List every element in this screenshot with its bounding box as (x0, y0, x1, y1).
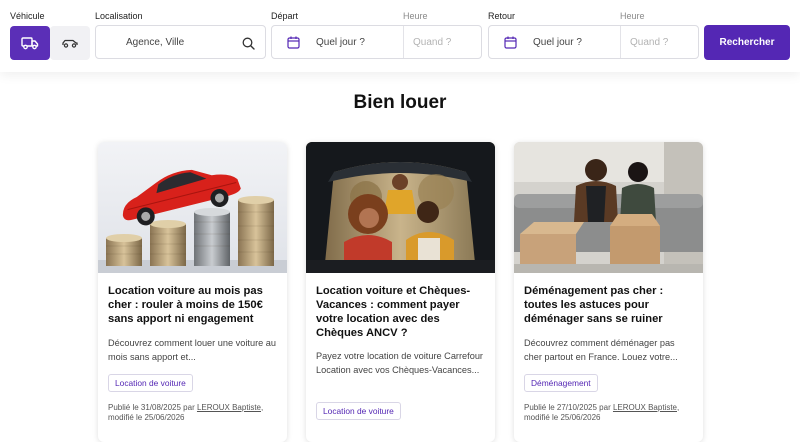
author-link[interactable]: LEROUX Baptiste (613, 403, 677, 412)
return-time-label: Heure (620, 11, 645, 21)
article-description: Découvrez comment déménager pas cher par… (524, 338, 678, 362)
search-button[interactable]: Rechercher (704, 25, 790, 60)
category-tag[interactable]: Location de voiture (316, 402, 401, 420)
article-title[interactable]: Location voiture et Chèques-Vacances : c… (316, 284, 488, 340)
calendar-icon (286, 35, 300, 49)
departure-time-input[interactable]: Quand ? (413, 37, 451, 48)
departure-label: Départ (271, 11, 299, 21)
article-meta: Publié le 27/10/2025 par LEROUX Baptiste… (524, 403, 700, 423)
return-field: Quel jour ? Quand ? (488, 25, 699, 59)
author-link[interactable]: LEROUX Baptiste (197, 403, 261, 412)
page-title: Bien louer (353, 92, 447, 113)
location-label: Localisation (95, 11, 143, 21)
return-time-input[interactable]: Quand ? (630, 37, 668, 48)
vehicle-label: Véhicule (10, 11, 45, 21)
article-meta: Publié le 31/08/2025 par LEROUX Baptiste… (108, 403, 284, 423)
article-title[interactable]: Déménagement pas cher : toutes les astuc… (524, 284, 696, 326)
article-title[interactable]: Location voiture au mois pas cher : roul… (108, 284, 280, 326)
article-card[interactable]: Déménagement pas cher : toutes les astuc… (514, 142, 703, 442)
car-icon (62, 39, 78, 48)
truck-icon (21, 37, 39, 50)
location-input[interactable]: Agence, Ville (95, 25, 266, 59)
vehicle-truck-button[interactable] (10, 26, 50, 60)
departure-time-label: Heure (403, 11, 428, 21)
field-divider (403, 26, 404, 58)
article-description: Découvrez comment louer une voiture au m… (108, 338, 277, 362)
article-description: Payez votre location de voiture Carrefou… (316, 351, 483, 375)
calendar-icon (503, 35, 517, 49)
category-tag[interactable]: Location de voiture (108, 374, 193, 392)
article-image-moving-boxes[interactable] (514, 142, 703, 273)
article-image-family-car[interactable] (306, 142, 495, 273)
search-icon (241, 36, 255, 50)
vehicle-car-button[interactable] (50, 26, 90, 60)
departure-date-input[interactable]: Quel jour ? (316, 37, 365, 48)
publish-date: Publié le 31/08/2025 par (108, 403, 197, 412)
return-date-input[interactable]: Quel jour ? (533, 37, 582, 48)
search-bar: Véhicule Localisation Agence, Ville Dépa… (0, 0, 800, 72)
location-placeholder: Agence, Ville (126, 37, 185, 48)
publish-date: Publié le 27/10/2025 par (524, 403, 613, 412)
field-divider (620, 26, 621, 58)
category-tag[interactable]: Déménagement (524, 374, 598, 392)
return-label: Retour (488, 11, 516, 21)
departure-field: Quel jour ? Quand ? (271, 25, 482, 59)
article-card[interactable]: Location voiture au mois pas cher : roul… (98, 142, 287, 442)
article-image-car-coins[interactable] (98, 142, 287, 273)
article-card[interactable]: Location voiture et Chèques-Vacances : c… (306, 142, 495, 442)
